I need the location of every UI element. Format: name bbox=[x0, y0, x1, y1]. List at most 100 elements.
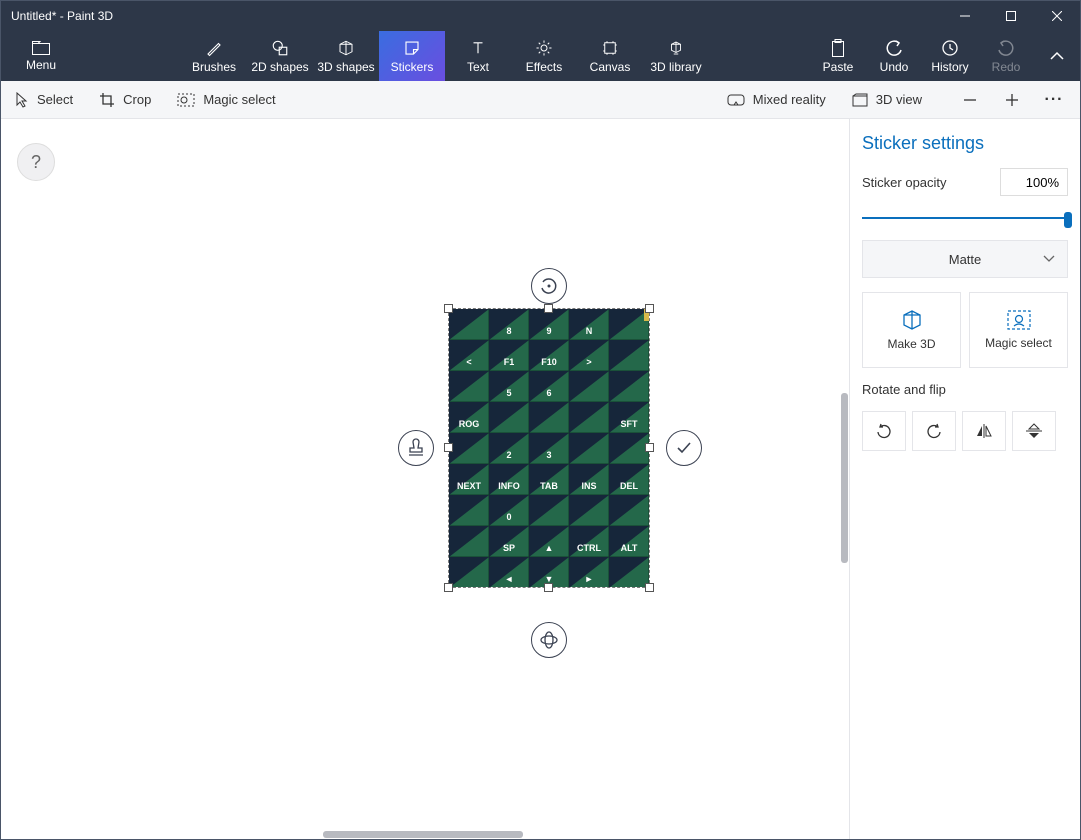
tab-label: Stickers bbox=[391, 60, 434, 74]
mixed-reality-label: Mixed reality bbox=[753, 92, 826, 107]
tab-label: Canvas bbox=[590, 60, 631, 74]
scrollbar-horizontal[interactable] bbox=[1, 829, 849, 839]
view3d-label: 3D view bbox=[876, 92, 922, 107]
stamp-icon bbox=[406, 438, 426, 458]
help-button[interactable]: ? bbox=[17, 143, 55, 181]
effects-icon bbox=[535, 39, 553, 57]
flip-horizontal-button[interactable] bbox=[962, 411, 1006, 451]
tab-label: 3D shapes bbox=[317, 60, 374, 74]
3d-view-button[interactable]: 3D view bbox=[852, 92, 922, 107]
tab-text[interactable]: Text bbox=[445, 31, 511, 81]
collapse-ribbon-button[interactable] bbox=[1034, 31, 1080, 81]
resize-handle-b[interactable] bbox=[544, 583, 553, 592]
canvas-icon bbox=[601, 39, 619, 57]
redo-button: Redo bbox=[978, 31, 1034, 81]
tab-effects[interactable]: Effects bbox=[511, 31, 577, 81]
more-button[interactable]: ··· bbox=[1042, 88, 1066, 112]
sticker-selection[interactable]: 89N<F1F10>56ROGSFT23NEXTINFOTABINSDEL0SP… bbox=[398, 268, 702, 658]
tab-label: 3D library bbox=[650, 60, 701, 74]
stickers-icon bbox=[403, 39, 421, 57]
mixed-reality-button[interactable]: Mixed reality bbox=[727, 92, 826, 107]
commit-button[interactable] bbox=[666, 430, 702, 466]
select-label: Select bbox=[37, 92, 73, 107]
magic-select-tool[interactable]: Magic select bbox=[177, 92, 275, 107]
chevron-up-icon bbox=[1050, 51, 1064, 61]
paste-button[interactable]: Paste bbox=[810, 31, 866, 81]
tab-canvas[interactable]: Canvas bbox=[577, 31, 643, 81]
check-icon bbox=[675, 439, 693, 457]
flip-h-icon bbox=[975, 423, 993, 439]
tab-2d-shapes[interactable]: 2D shapes bbox=[247, 31, 313, 81]
tab-label: Undo bbox=[880, 60, 909, 74]
minimize-button[interactable] bbox=[942, 1, 988, 31]
tab-brushes[interactable]: Brushes bbox=[181, 31, 247, 81]
crop-label: Crop bbox=[123, 92, 151, 107]
tab-stickers[interactable]: Stickers bbox=[379, 31, 445, 81]
stamp-button[interactable] bbox=[398, 430, 434, 466]
ellipsis-icon: ··· bbox=[1045, 91, 1064, 109]
rotate-flip-label: Rotate and flip bbox=[862, 382, 1068, 397]
resize-handle-tr[interactable] bbox=[645, 304, 654, 313]
resize-handle-bl[interactable] bbox=[444, 583, 453, 592]
make-3d-label: Make 3D bbox=[887, 337, 935, 351]
crop-icon bbox=[99, 92, 115, 108]
canvas-area[interactable]: ? 89N<F1F10>56ROGSFT23NEXTINFOTABINSDEL0… bbox=[1, 119, 850, 839]
crop-tool[interactable]: Crop bbox=[99, 92, 151, 108]
mixed-reality-icon bbox=[727, 94, 745, 106]
opacity-input[interactable] bbox=[1000, 168, 1068, 196]
zoom-out-button[interactable] bbox=[958, 88, 982, 112]
resize-handle-t[interactable] bbox=[544, 304, 553, 313]
magic-select-icon bbox=[177, 93, 195, 107]
tab-label: History bbox=[931, 60, 968, 74]
magic-select-label: Magic select bbox=[203, 92, 275, 107]
menu-button[interactable]: Menu bbox=[1, 31, 81, 81]
side-panel-title: Sticker settings bbox=[862, 133, 1068, 154]
selection-box[interactable] bbox=[448, 308, 650, 588]
flip-v-icon bbox=[1025, 423, 1043, 439]
scrollbar-thumb[interactable] bbox=[841, 393, 848, 563]
rotate-cw-button[interactable] bbox=[912, 411, 956, 451]
undo-icon bbox=[885, 39, 903, 57]
folder-icon bbox=[32, 41, 50, 55]
magic-select-icon bbox=[1007, 310, 1031, 330]
maximize-button[interactable] bbox=[988, 1, 1034, 31]
select-tool[interactable]: Select bbox=[15, 92, 73, 108]
flip-vertical-button[interactable] bbox=[1012, 411, 1056, 451]
slider-thumb[interactable] bbox=[1064, 212, 1072, 228]
magic-select-button[interactable]: Magic select bbox=[969, 292, 1068, 368]
tab-label: Text bbox=[467, 60, 489, 74]
rotate-z-icon bbox=[539, 276, 559, 296]
view3d-icon bbox=[852, 93, 868, 107]
sub-ribbon: Select Crop Magic select Mixed reality 3… bbox=[1, 81, 1080, 119]
resize-handle-tl[interactable] bbox=[444, 304, 453, 313]
rotate-3d-button[interactable] bbox=[531, 622, 567, 658]
close-button[interactable] bbox=[1034, 1, 1080, 31]
magic-select-label: Magic select bbox=[985, 336, 1052, 350]
rotate-ccw-icon bbox=[875, 422, 893, 440]
resize-handle-l[interactable] bbox=[444, 443, 453, 452]
resize-handle-br[interactable] bbox=[645, 583, 654, 592]
zoom-in-button[interactable] bbox=[1000, 88, 1024, 112]
material-dropdown[interactable]: Matte bbox=[862, 240, 1068, 278]
scrollbar-vertical[interactable] bbox=[839, 119, 849, 839]
menu-label: Menu bbox=[26, 58, 56, 72]
tab-label: Paste bbox=[823, 60, 854, 74]
cursor-icon bbox=[15, 92, 29, 108]
ribbon: Menu Brushes 2D shapes 3D shapes Sticker… bbox=[1, 31, 1080, 81]
opacity-slider[interactable] bbox=[862, 210, 1068, 226]
tab-label: Redo bbox=[992, 60, 1021, 74]
resize-handle-r[interactable] bbox=[645, 443, 654, 452]
undo-button[interactable]: Undo bbox=[866, 31, 922, 81]
scrollbar-thumb[interactable] bbox=[323, 831, 523, 838]
brush-icon bbox=[205, 39, 223, 57]
rotate-z-button[interactable] bbox=[531, 268, 567, 304]
slider-track bbox=[862, 217, 1068, 219]
rotate-ccw-button[interactable] bbox=[862, 411, 906, 451]
history-button[interactable]: History bbox=[922, 31, 978, 81]
make-3d-button[interactable]: Make 3D bbox=[862, 292, 961, 368]
tab-3d-shapes[interactable]: 3D shapes bbox=[313, 31, 379, 81]
tab-label: Brushes bbox=[192, 60, 236, 74]
history-icon bbox=[941, 39, 959, 57]
help-icon: ? bbox=[31, 152, 41, 173]
tab-3d-library[interactable]: 3D library bbox=[643, 31, 709, 81]
